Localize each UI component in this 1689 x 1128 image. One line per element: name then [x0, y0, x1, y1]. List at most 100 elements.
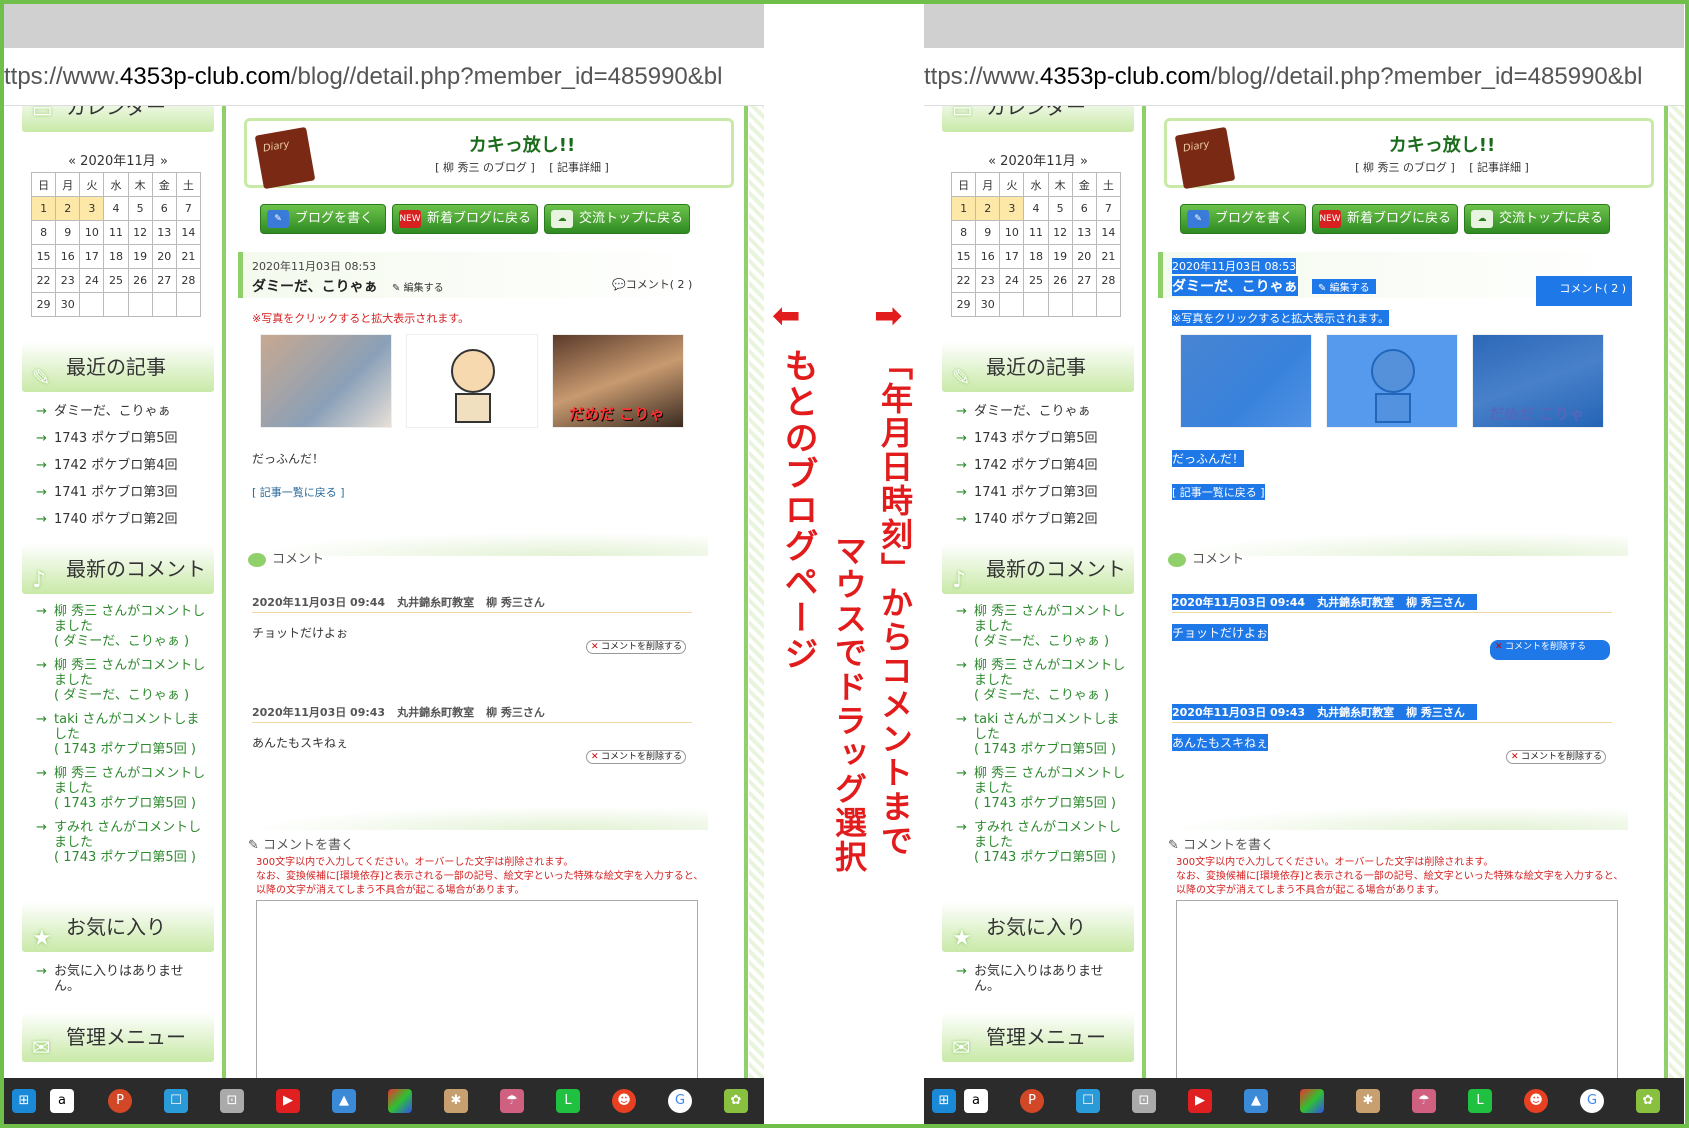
write-comment-heading: ✎ コメントを書く	[248, 838, 355, 853]
new-blogs-button[interactable]: NEW 新着ブログに戻る	[1312, 204, 1458, 234]
network-icon[interactable]: ⊡	[1132, 1089, 1156, 1113]
recent-post-item[interactable]: → 1740 ポケブロ第2回	[942, 506, 1134, 533]
latest-comment-item[interactable]: → 柳 秀三 さんがコメントしました( ダミーだ、こりゃぁ )	[22, 658, 214, 703]
comment-textarea[interactable]	[256, 900, 698, 1078]
calendar-month[interactable]: « 2020年11月 »	[942, 150, 1134, 169]
delete-comment-button-selected[interactable]: コメントを削除する	[1490, 640, 1610, 660]
calendar-heading: ▭ カレンダー	[942, 106, 1134, 132]
latest-comment-item[interactable]: → すみれ さんがコメントしました( 1743 ポケブロ第5回 )	[22, 820, 214, 865]
photos-icon[interactable]: ▲	[332, 1089, 356, 1113]
umbrella-icon[interactable]: ☂	[500, 1089, 524, 1113]
star-icon: ★	[32, 926, 52, 951]
contacts-icon[interactable]: ☐	[1076, 1089, 1100, 1113]
favorites-heading: ★ お気に入り	[942, 902, 1134, 952]
photo-thumbnail-2[interactable]	[1326, 334, 1458, 428]
latest-comment-item[interactable]: → 柳 秀三 さんがコメントしました( ダミーだ、こりゃぁ )	[942, 658, 1134, 703]
character-icon[interactable]: ☻	[1524, 1089, 1548, 1113]
write-comment-heading: ✎ コメントを書く	[1168, 838, 1275, 853]
delete-comment-button[interactable]: コメントを削除する	[586, 750, 686, 764]
color-app-icon[interactable]	[1300, 1089, 1324, 1113]
latest-comments-list: → 柳 秀三 さんがコメントしました( ダミーだ、こりゃぁ ) → 柳 秀三 さんが…	[22, 604, 214, 874]
app-icon[interactable]: ✿	[1636, 1089, 1660, 1113]
network-icon[interactable]: ⊡	[220, 1089, 244, 1113]
address-bar[interactable]: ttps://www.4353p-club.com/blog//detail.p…	[4, 48, 764, 106]
recent-post-item[interactable]: → 1742 ポケブロ第4回	[22, 452, 214, 479]
powerpoint-icon[interactable]: P	[108, 1089, 132, 1113]
character-icon[interactable]: ☻	[612, 1089, 636, 1113]
arrow-right-icon: →	[956, 431, 967, 446]
back-to-list-selected[interactable]: [ 記事一覧に戻る ]	[1172, 484, 1265, 500]
arrow-right-icon: →	[36, 485, 47, 500]
youtube-icon[interactable]: ▶	[1188, 1089, 1212, 1113]
latest-comment-item[interactable]: → 柳 秀三 さんがコメントしました( 1743 ポケブロ第5回 )	[22, 766, 214, 811]
paint-icon[interactable]: ✱	[444, 1089, 468, 1113]
app-icon[interactable]: ✿	[724, 1089, 748, 1113]
delete-comment-button[interactable]: コメントを削除する	[586, 640, 686, 654]
recent-post-item[interactable]: → 1740 ポケブロ第2回	[22, 506, 214, 533]
comment-rule	[1172, 612, 1612, 613]
recent-post-item[interactable]: → 1741 ポケブロ第3回	[942, 479, 1134, 506]
recent-posts-heading: ✎ 最近の記事	[22, 342, 214, 392]
latest-comment-item[interactable]: → 柳 秀三 さんがコメントしました( 1743 ポケブロ第5回 )	[942, 766, 1134, 811]
bubble-icon	[248, 552, 266, 567]
comment-textarea[interactable]	[1176, 900, 1618, 1078]
latest-comment-item[interactable]: → すみれ さんがコメントしました( 1743 ポケブロ第5回 )	[942, 820, 1134, 865]
arrow-right-icon: →	[36, 458, 47, 473]
address-bar[interactable]: ttps://www.4353p-club.com/blog//detail.p…	[924, 48, 1684, 106]
new-badge-icon: NEW	[399, 210, 421, 228]
write-blog-button[interactable]: ✎ ブログを書く	[260, 204, 386, 234]
photos-icon[interactable]: ▲	[1244, 1089, 1268, 1113]
latest-comment-item[interactable]: → 柳 秀三 さんがコメントしました( ダミーだ、こりゃぁ )	[942, 604, 1134, 649]
umbrella-icon[interactable]: ☂	[1412, 1089, 1436, 1113]
recent-post-item[interactable]: → 1743 ポケブロ第5回	[942, 425, 1134, 452]
youtube-icon[interactable]: ▶	[276, 1089, 300, 1113]
arrow-right-icon: →	[956, 820, 967, 835]
windows-icon[interactable]: ⊞	[12, 1089, 36, 1113]
photo-thumbnail-2[interactable]	[406, 334, 538, 428]
recent-post-item[interactable]: → ダミーだ、こりゃぁ	[22, 398, 214, 425]
photo-thumbnail-1[interactable]	[260, 334, 392, 428]
comment-count-selected[interactable]: コメント( 2 )	[1536, 276, 1632, 306]
edit-link-selected[interactable]: ✎ 編集する	[1312, 279, 1376, 294]
arrow-right-icon: →	[956, 658, 967, 673]
color-app-icon[interactable]	[388, 1089, 412, 1113]
page-edge-stripe	[749, 106, 764, 1078]
google-icon[interactable]: G	[1580, 1089, 1604, 1113]
photo-thumbnail-3[interactable]: だめだ こりゃ	[552, 334, 684, 428]
line-icon[interactable]: L	[1468, 1089, 1492, 1113]
community-top-button[interactable]: ☁ 交流トップに戻る	[1464, 204, 1610, 234]
line-icon[interactable]: L	[556, 1089, 580, 1113]
recent-posts-list: → ダミーだ、こりゃぁ → 1743 ポケブロ第5回 → 1742 ポケブロ第4回 →…	[22, 398, 214, 533]
cartoon-face	[451, 349, 495, 393]
paint-icon[interactable]: ✱	[1356, 1089, 1380, 1113]
contacts-icon[interactable]: ☐	[164, 1089, 188, 1113]
recent-post-item[interactable]: → 1743 ポケブロ第5回	[22, 425, 214, 452]
recent-post-item[interactable]: → 1741 ポケブロ第3回	[22, 479, 214, 506]
photo-caption: だめだ こりゃ	[569, 405, 665, 423]
back-to-list-link[interactable]: [ 記事一覧に戻る ]	[252, 484, 345, 500]
powerpoint-icon[interactable]: P	[1020, 1089, 1044, 1113]
windows-icon[interactable]: ⊞	[932, 1089, 956, 1113]
edit-link[interactable]: ✎ 編集する	[392, 279, 444, 294]
google-icon[interactable]: G	[668, 1089, 692, 1113]
recent-post-item[interactable]: → ダミーだ、こりゃぁ	[942, 398, 1134, 425]
amazon-icon[interactable]: a	[964, 1089, 988, 1113]
comment-body: あんたもスキねぇ	[252, 736, 349, 750]
photo-thumbnail-3[interactable]: だめだ こりゃ	[1472, 334, 1604, 428]
amazon-icon[interactable]: a	[50, 1089, 74, 1113]
recent-post-item[interactable]: → 1742 ポケブロ第4回	[942, 452, 1134, 479]
latest-comment-item[interactable]: → 柳 秀三 さんがコメントしました( ダミーだ、こりゃぁ )	[22, 604, 214, 649]
photo-thumbnail-1[interactable]	[1180, 334, 1312, 428]
delete-comment-button[interactable]: コメントを削除する	[1506, 750, 1606, 764]
community-top-button[interactable]: ☁ 交流トップに戻る	[544, 204, 690, 234]
latest-comment-item[interactable]: → taki さんがコメントしました( 1743 ポケブロ第5回 )	[22, 712, 214, 757]
comment-meta: 2020年11月03日 09:43 丸井錦糸町教室柳 秀三さん	[252, 706, 545, 719]
calendar-month[interactable]: « 2020年11月 »	[22, 150, 214, 169]
blog-title-box: Diary カキっ放し!! [ 柳 秀三 のブログ ] [ 記事詳細 ]	[1164, 118, 1654, 190]
write-blog-button[interactable]: ✎ ブログを書く	[1180, 204, 1306, 234]
latest-comment-item[interactable]: → taki さんがコメントしました( 1743 ポケブロ第5回 )	[942, 712, 1134, 757]
new-blogs-button[interactable]: NEW 新着ブログに戻る	[392, 204, 538, 234]
favorites-heading: ★ お気に入り	[22, 902, 214, 952]
comment-count-link[interactable]: 💬コメント( 2 )	[612, 276, 692, 292]
browser-panel-original: ttps://www.4353p-club.com/blog//detail.p…	[4, 4, 764, 1124]
